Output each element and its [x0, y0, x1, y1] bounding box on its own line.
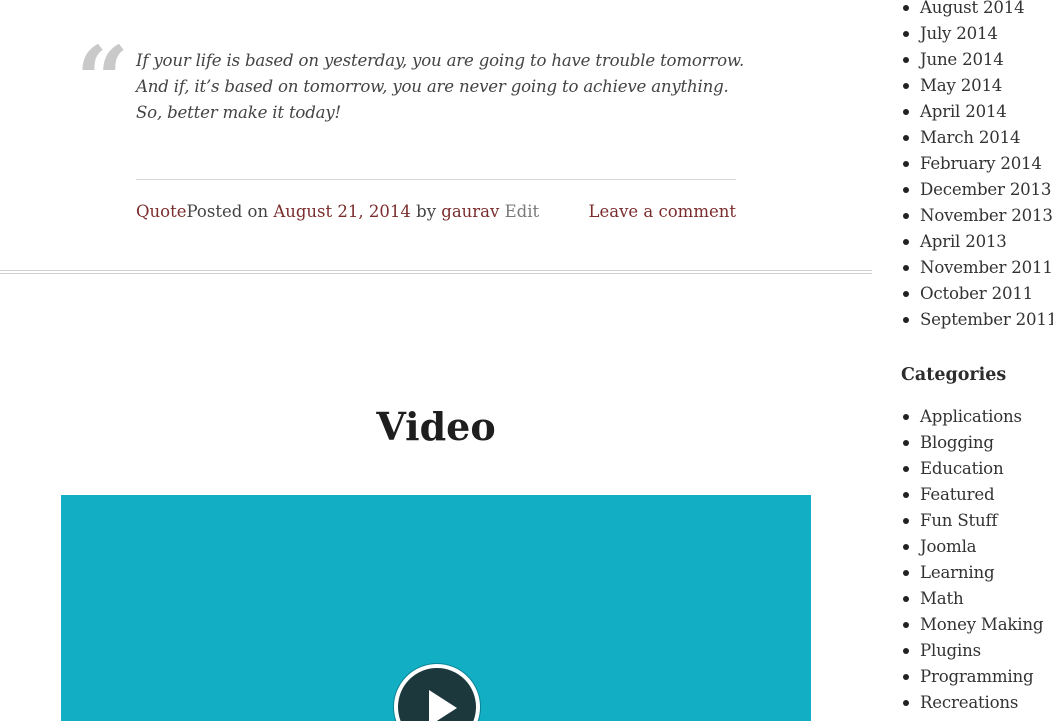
page: “ If your life is based on yesterday, yo… [0, 0, 1053, 721]
archive-link[interactable]: April 2013 [920, 232, 1007, 251]
category-item[interactable]: Education [880, 456, 1043, 482]
archive-item[interactable]: March 2014 [880, 125, 1053, 151]
category-link[interactable]: Money Making [920, 615, 1043, 634]
archive-item[interactable]: April 2014 [880, 99, 1053, 125]
by-text: by [410, 202, 442, 221]
author-link[interactable]: gaurav [441, 202, 499, 221]
category-item[interactable]: Featured [880, 482, 1043, 508]
video-player[interactable] [61, 495, 811, 721]
archive-link[interactable]: April 2014 [920, 102, 1007, 121]
category-link[interactable]: Math [920, 589, 964, 608]
edit-link[interactable]: Edit [505, 202, 540, 221]
category-link[interactable]: Plugins [920, 641, 981, 660]
archive-item[interactable]: August 2014 [880, 0, 1053, 21]
archive-item[interactable]: September 2011 [880, 307, 1053, 333]
category-link[interactable]: Learning [920, 563, 995, 582]
main-content: “ If your life is based on yesterday, yo… [0, 0, 872, 721]
post-title[interactable]: Video [0, 404, 872, 450]
archive-item[interactable]: July 2014 [880, 21, 1053, 47]
archive-link[interactable]: October 2011 [920, 284, 1033, 303]
category-item[interactable]: Math [880, 586, 1043, 612]
category-item[interactable]: Plugins [880, 638, 1043, 664]
category-link[interactable]: Recreations [920, 693, 1018, 712]
quote-text: If your life is based on yesterday, you … [136, 48, 746, 126]
category-link[interactable]: Education [920, 459, 1004, 478]
category-link[interactable]: Joomla [920, 537, 977, 556]
category-item[interactable]: Recreations [880, 690, 1043, 716]
quote-mark-icon: “ [76, 26, 129, 134]
category-item[interactable]: Learning [880, 560, 1043, 586]
post-format-link[interactable]: Quote [136, 202, 186, 221]
category-item[interactable]: Programming [880, 664, 1043, 690]
play-button[interactable] [394, 664, 480, 721]
category-link[interactable]: Programming [920, 667, 1034, 686]
archive-link[interactable]: March 2014 [920, 128, 1021, 147]
archive-link[interactable]: August 2014 [920, 0, 1025, 17]
archive-item[interactable]: February 2014 [880, 151, 1053, 177]
category-link[interactable]: Featured [920, 485, 995, 504]
categories-widget-title: Categories [901, 365, 1007, 385]
archive-item[interactable]: October 2011 [880, 281, 1053, 307]
archives-list: August 2014 July 2014 June 2014 May 2014… [880, 0, 1053, 333]
category-item[interactable]: Money Making [880, 612, 1043, 638]
quote-line: So, better make it today! [136, 103, 341, 122]
archive-item[interactable]: May 2014 [880, 73, 1053, 99]
archive-link[interactable]: June 2014 [920, 50, 1004, 69]
archive-item[interactable]: June 2014 [880, 47, 1053, 73]
post-separator [0, 270, 872, 274]
leave-comment-link[interactable]: Leave a comment [589, 199, 736, 225]
entry-footer-divider [136, 179, 736, 180]
post-date-link[interactable]: August 21, 2014 [273, 202, 411, 221]
archive-item[interactable]: November 2011 [880, 255, 1053, 281]
archive-item[interactable]: December 2013 [880, 177, 1053, 203]
archive-link[interactable]: November 2013 [920, 206, 1053, 225]
archive-item[interactable]: April 2013 [880, 229, 1053, 255]
posted-on-text: Posted on [186, 202, 274, 221]
quote-line: If your life is based on yesterday, you … [136, 51, 745, 70]
entry-meta: QuotePosted on August 21, 2014 by gaurav… [136, 199, 736, 225]
archive-link[interactable]: May 2014 [920, 76, 1002, 95]
archive-link[interactable]: November 2011 [920, 258, 1053, 277]
quote-line: And if, it’s based on tomorrow, you are … [136, 77, 729, 96]
category-item[interactable]: Joomla [880, 534, 1043, 560]
category-link[interactable]: Blogging [920, 433, 994, 452]
category-item[interactable]: Blogging [880, 430, 1043, 456]
category-link[interactable]: Fun Stuff [920, 511, 998, 530]
category-item[interactable]: Fun Stuff [880, 508, 1043, 534]
sidebar: August 2014 July 2014 June 2014 May 2014… [880, 0, 1053, 721]
play-icon [429, 690, 457, 721]
archive-link[interactable]: September 2011 [920, 310, 1053, 329]
archive-link[interactable]: July 2014 [920, 24, 998, 43]
archive-link[interactable]: February 2014 [920, 154, 1042, 173]
archive-link[interactable]: December 2013 [920, 180, 1051, 199]
category-item[interactable]: Applications [880, 404, 1043, 430]
category-link[interactable]: Applications [920, 407, 1022, 426]
archive-item[interactable]: November 2013 [880, 203, 1053, 229]
categories-list: Applications Blogging Education Featured… [880, 404, 1043, 716]
